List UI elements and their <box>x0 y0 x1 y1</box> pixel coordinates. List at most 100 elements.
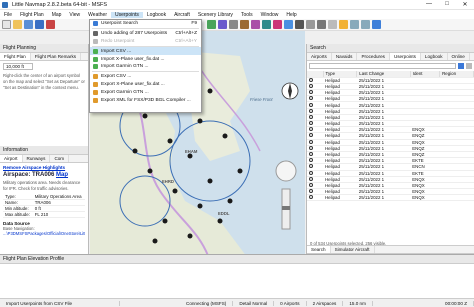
tab-simulator-aircraft[interactable]: Simulator Aircraft <box>331 246 375 253</box>
menu-item-label: Import X-Plane user_fix.dat ... <box>101 56 165 62</box>
menu-item-icon <box>93 97 98 103</box>
menu-item-label: Import Garmin GTN ... <box>101 64 149 70</box>
tab-navaids[interactable]: Navaids <box>332 53 358 60</box>
max-altitude-value: FL 210 <box>32 211 85 219</box>
help-icon[interactable] <box>372 20 381 29</box>
table-row[interactable]: Helipad 25/11/2022 1 ENQX <box>307 194 474 202</box>
sun-icon[interactable] <box>339 20 348 29</box>
route-icon[interactable] <box>46 20 55 29</box>
airspace-description: Military operations area. Needs clearanc… <box>3 180 81 191</box>
helipad-icon <box>309 139 313 144</box>
menu-item-icon <box>93 74 98 80</box>
search-header: Search <box>307 44 474 53</box>
tab-com[interactable]: Com <box>50 155 70 162</box>
helipad-icon <box>309 90 313 95</box>
elevation-profile-dock: Flight Plan Elevation Profile <box>0 254 474 271</box>
measure-icon[interactable] <box>306 20 315 29</box>
compass-icon[interactable] <box>317 20 326 29</box>
menu-item-label: Undo adding of 287 Userpoints <box>101 31 168 37</box>
table-cell <box>439 194 474 202</box>
zoom-in-icon[interactable] <box>350 20 359 29</box>
menu-item-icon <box>93 48 98 54</box>
tab-flight-plan[interactable]: Flight Plan <box>0 53 31 60</box>
map-label-friese-front: Friese Front <box>250 97 273 102</box>
helipad-icon <box>309 83 313 88</box>
menu-item-3[interactable]: Redo Userpoint Ctrl+Alt+Y <box>90 38 201 46</box>
close-button[interactable]: ✕ <box>456 1 474 8</box>
map-label-ehrd: EHRD <box>162 179 174 184</box>
menu-item-0[interactable]: Userpoint Search F9 <box>90 20 201 28</box>
waypoint-icon[interactable] <box>251 20 260 29</box>
menu-weather[interactable]: Weather <box>84 12 111 18</box>
menu-item-shortcut: F9 <box>191 21 197 27</box>
tab-airports[interactable]: Airports <box>307 53 332 60</box>
tab-search[interactable]: Search <box>307 246 331 253</box>
layers-icon[interactable] <box>207 20 216 29</box>
map-label-eddl: EDDL <box>218 211 230 216</box>
tab-flight-plan-remarks[interactable]: Flight Plan Remarks <box>31 53 82 60</box>
helipad-icon <box>309 195 313 200</box>
tab-logbook[interactable]: Logbook <box>421 53 448 60</box>
zoom-out-icon[interactable] <box>361 20 370 29</box>
remove-airspace-highlights-link[interactable]: Remove Airspace Highlights <box>3 165 85 170</box>
tab-procedures[interactable]: Procedures <box>357 53 390 60</box>
tab-airport[interactable]: Airport <box>0 155 23 162</box>
cruise-altitude[interactable]: 10,000 ft <box>3 63 33 70</box>
menu-item-label: Userpoint Search <box>101 21 139 27</box>
traffic-icon[interactable] <box>295 20 304 29</box>
app-icon <box>2 2 8 8</box>
vor-icon[interactable] <box>229 20 238 29</box>
open-icon[interactable] <box>13 20 22 29</box>
helipad-icon <box>309 96 313 101</box>
menu-item-7[interactable]: Import Garmin GTN ... <box>90 63 201 71</box>
ndb-icon[interactable] <box>240 20 249 29</box>
helipad-icon <box>309 170 313 175</box>
minimize-button[interactable]: — <box>420 1 438 8</box>
menu-item-11[interactable]: Export Garmin GTN ... <box>90 88 201 96</box>
filter-options-icon[interactable] <box>458 63 464 69</box>
tab-userpoints[interactable]: Userpoints <box>389 53 421 60</box>
menu-item-12[interactable]: Export XML for FSX/P3D BGL Compiler ... <box>90 96 201 104</box>
menu-item-5[interactable]: Import CSV ... <box>90 47 201 56</box>
airport-icon[interactable] <box>218 20 227 29</box>
base-navigation-path[interactable]: ...\P3DMSFSPackages\Official\OneStore\Li… <box>3 231 85 236</box>
menu-flight-plan[interactable]: Flight Plan <box>16 12 48 18</box>
menu-item-icon <box>93 89 98 95</box>
menu-item-icon <box>93 21 98 27</box>
menu-item-10[interactable]: Export X-Plane user_fix.dat ... <box>90 81 201 89</box>
new-icon[interactable] <box>2 20 11 29</box>
menu-logbook[interactable]: Logbook <box>143 12 170 18</box>
menu-aircraft[interactable]: Aircraft <box>170 12 194 18</box>
menu-scenery-library[interactable]: Scenery Library <box>194 12 237 18</box>
weather-icon[interactable] <box>284 20 293 29</box>
menu-file[interactable]: File <box>0 12 16 18</box>
helipad-icon <box>309 108 313 113</box>
reset-search-icon[interactable] <box>466 63 472 69</box>
airway-icon[interactable] <box>262 20 271 29</box>
search-filter-input[interactable] <box>309 63 456 69</box>
status-message: Import Userpoints from CSV File <box>0 300 120 306</box>
maximize-button[interactable]: □ <box>438 1 456 8</box>
grid-icon[interactable] <box>328 20 337 29</box>
flight-plan-hint: Right-click the center of an airport sym… <box>3 73 85 90</box>
menu-item-9[interactable]: Export CSV ... <box>90 73 201 81</box>
menu-view[interactable]: View <box>65 12 84 18</box>
menu-item-2[interactable]: Undo adding of 287 Userpoints Ctrl+Alt+Z <box>90 30 201 38</box>
menu-item-6[interactable]: Import X-Plane user_fix.dat ... <box>90 55 201 63</box>
menu-map[interactable]: Map <box>48 12 66 18</box>
menu-help[interactable]: Help <box>282 12 300 18</box>
menu-window[interactable]: Window <box>257 12 283 18</box>
menu-userpoints[interactable]: Userpoints <box>110 11 143 18</box>
tab-online[interactable]: Online <box>448 53 470 60</box>
menu-tools[interactable]: Tools <box>237 12 257 18</box>
airspace-icon[interactable] <box>273 20 282 29</box>
map-label-eham: EHAM <box>185 149 198 154</box>
window-title: Little Navmap 2.8.2.beta 64-bit - MSFS <box>12 1 108 8</box>
userpoints-menu: Userpoint Search F9 Undo adding of 287 Use… <box>89 19 202 113</box>
status-time: 00:00:00 Z <box>439 300 474 306</box>
elevation-profile-area[interactable] <box>0 271 474 298</box>
save-icon[interactable] <box>24 20 33 29</box>
airspace-map-link[interactable]: Map <box>56 172 68 178</box>
plane-icon[interactable] <box>35 20 44 29</box>
tab-runways[interactable]: Runways <box>23 155 51 162</box>
